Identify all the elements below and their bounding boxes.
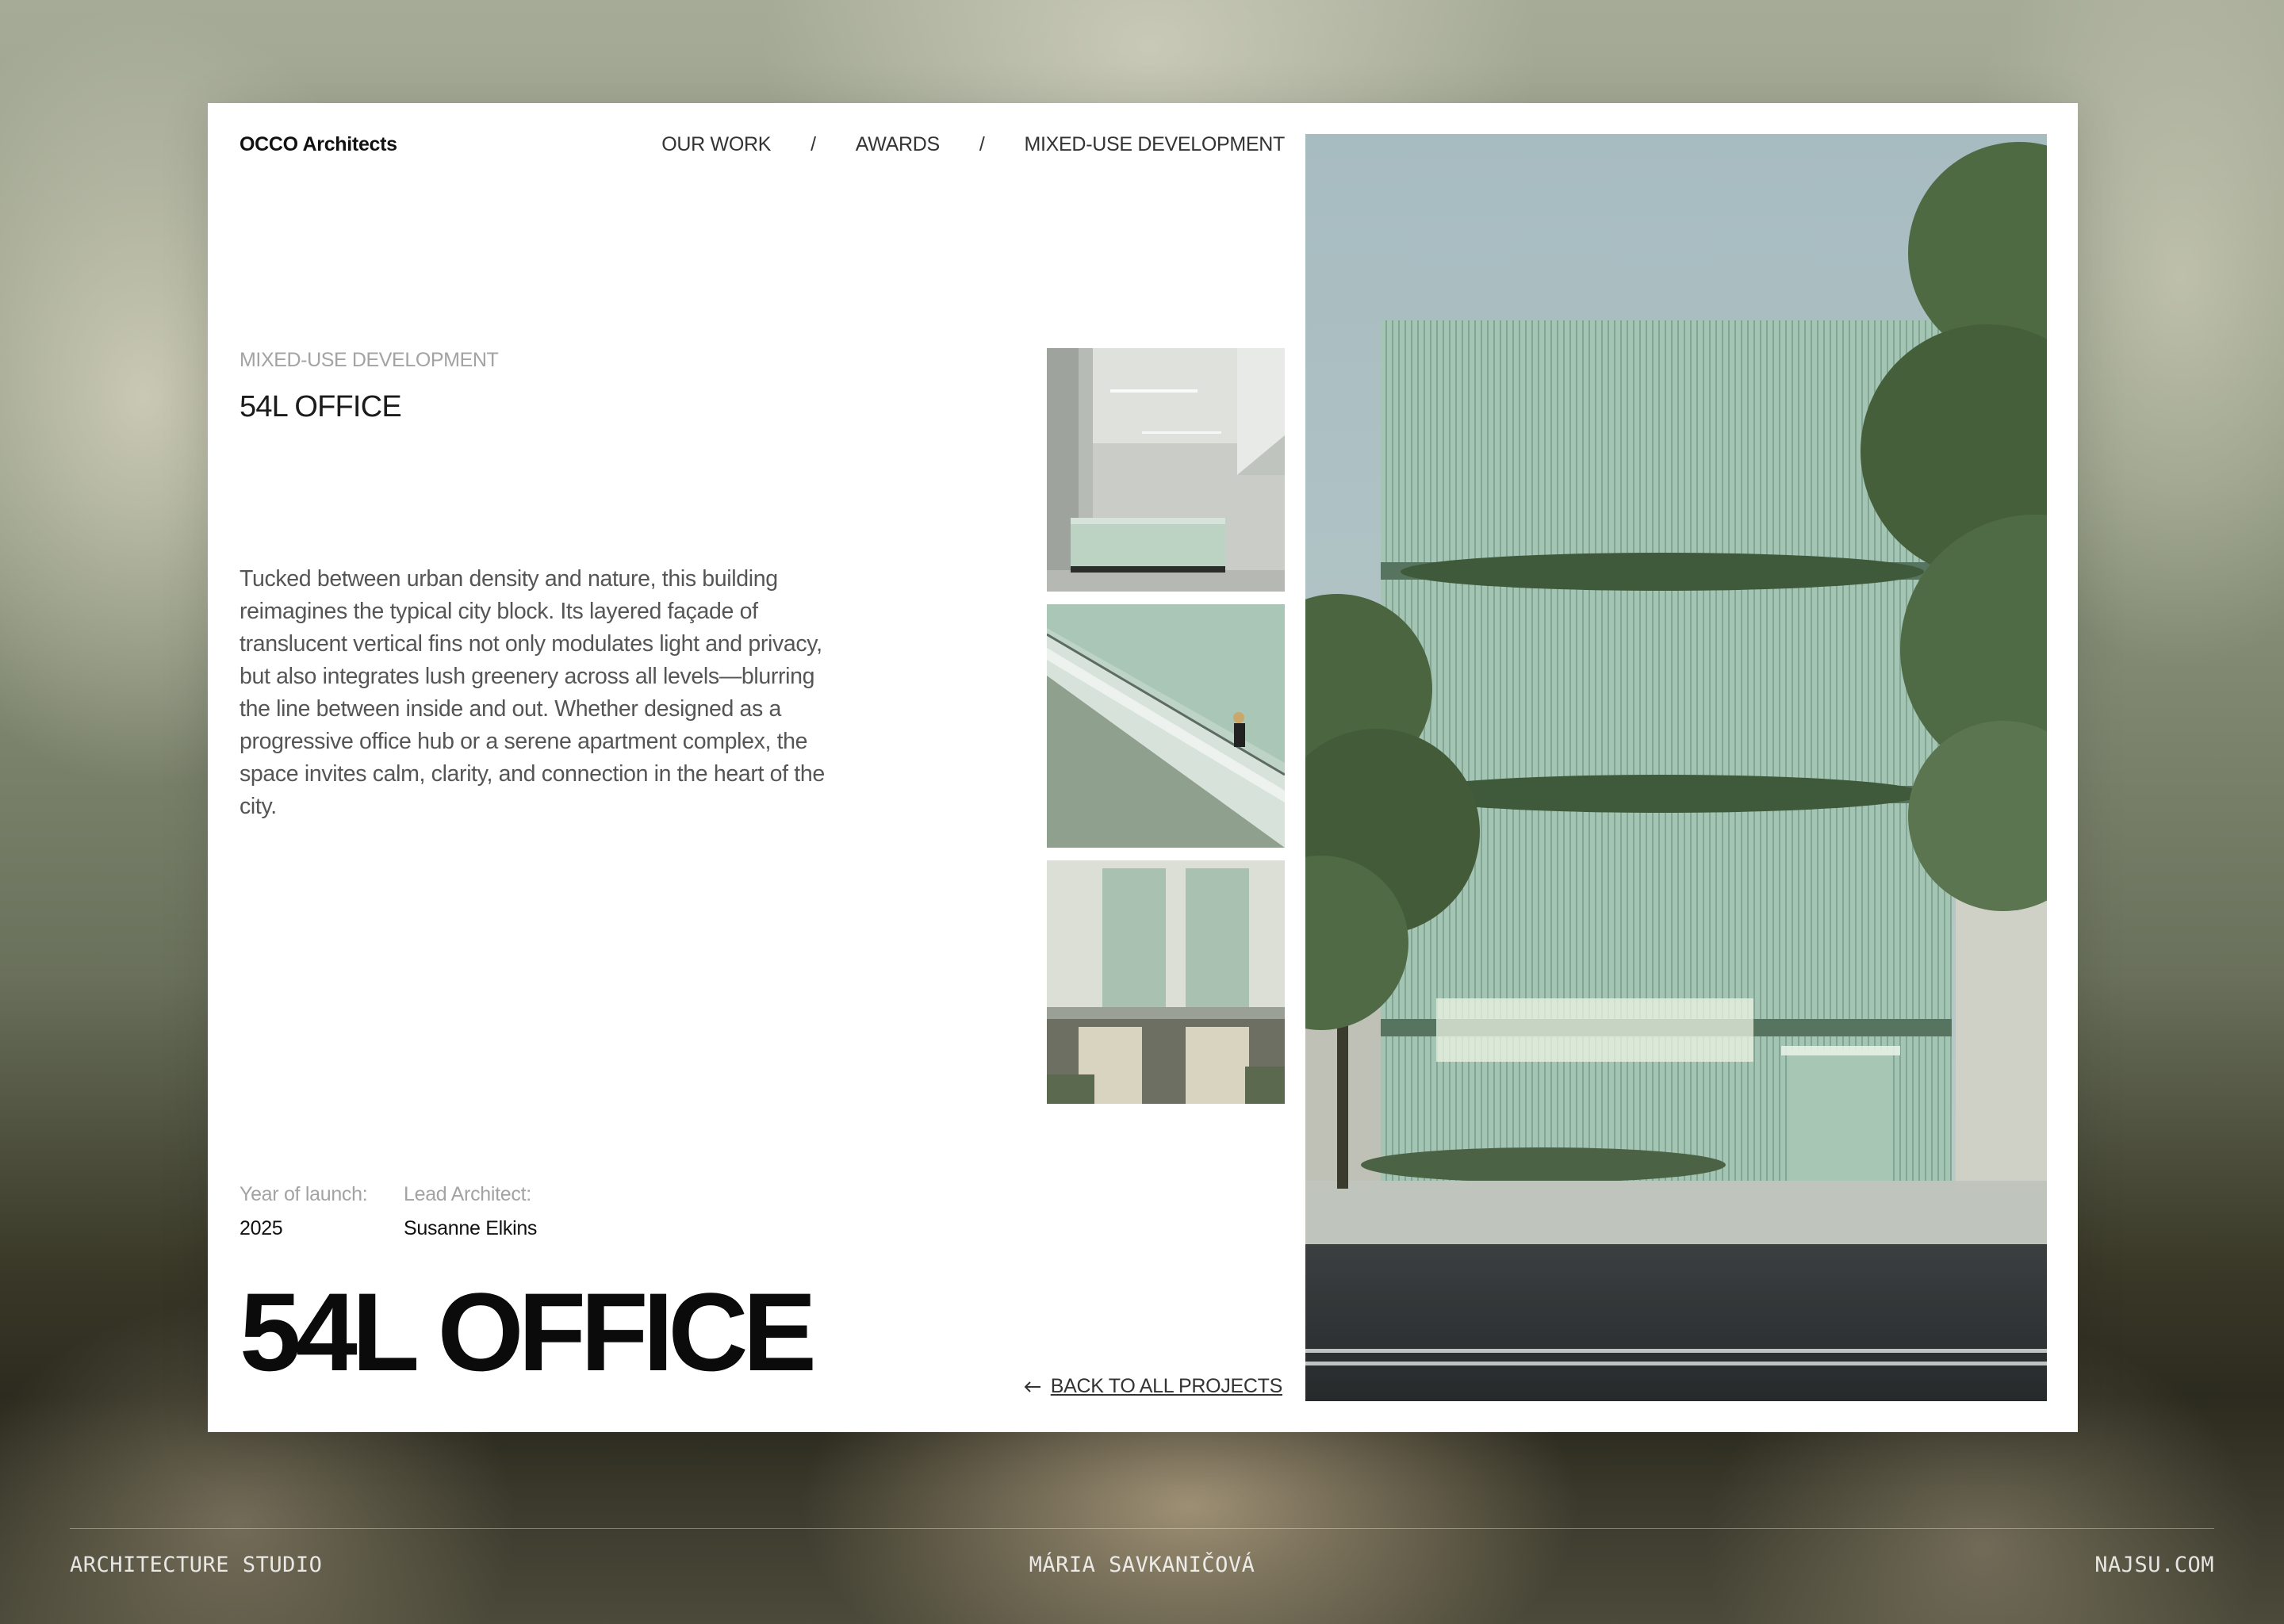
architect-value: Susanne Elkins bbox=[404, 1217, 538, 1239]
project-card: OCCO Architects OUR WORK / AWARDS / MIXE… bbox=[208, 103, 2078, 1432]
brand-logo[interactable]: OCCO Architects bbox=[240, 133, 397, 156]
project-category: MIXED-USE DEVELOPMENT bbox=[240, 349, 499, 371]
year-label: Year of launch: bbox=[240, 1183, 368, 1205]
nav-our-work[interactable]: OUR WORK bbox=[661, 133, 771, 156]
thumbnail-escalator[interactable] bbox=[1047, 604, 1285, 848]
thumbnail-lobby[interactable] bbox=[1047, 348, 1285, 592]
thumbnail-facade-detail[interactable] bbox=[1047, 860, 1285, 1104]
lobby-image bbox=[1047, 348, 1285, 592]
footer-divider bbox=[70, 1528, 2214, 1529]
building-facade-illustration bbox=[1305, 134, 2047, 1401]
project-title: 54L OFFICE bbox=[240, 390, 402, 423]
arrow-left-icon bbox=[1024, 1381, 1040, 1392]
footer-website-link[interactable]: NAJSU.COM bbox=[2094, 1553, 2214, 1577]
nav-separator: / bbox=[811, 133, 816, 155]
back-to-projects-link[interactable]: BACK TO ALL PROJECTS bbox=[1024, 1375, 1282, 1398]
back-link-label: BACK TO ALL PROJECTS bbox=[1050, 1375, 1283, 1397]
facade-detail-image bbox=[1047, 860, 1285, 1104]
main-nav: OUR WORK / AWARDS / MIXED-USE DEVELOPMEN… bbox=[661, 133, 1285, 156]
project-big-title: 54L OFFICE bbox=[240, 1270, 817, 1394]
hero-building-image bbox=[1305, 134, 2047, 1401]
year-value: 2025 bbox=[240, 1217, 283, 1239]
architect-label: Lead Architect: bbox=[404, 1183, 531, 1205]
nav-separator: / bbox=[979, 133, 985, 155]
year-block: Year of launch: 2025 bbox=[240, 1183, 368, 1240]
project-description: Tucked between urban density and nature,… bbox=[240, 566, 825, 819]
nav-mixed-use-development[interactable]: MIXED-USE DEVELOPMENT bbox=[1025, 133, 1286, 156]
escalator-image bbox=[1047, 604, 1285, 848]
nav-awards[interactable]: AWARDS bbox=[856, 133, 940, 156]
footer-author-name: MÁRIA SAVKANIČOVÁ bbox=[1029, 1553, 1255, 1577]
architect-block: Lead Architect: Susanne Elkins bbox=[404, 1183, 537, 1240]
